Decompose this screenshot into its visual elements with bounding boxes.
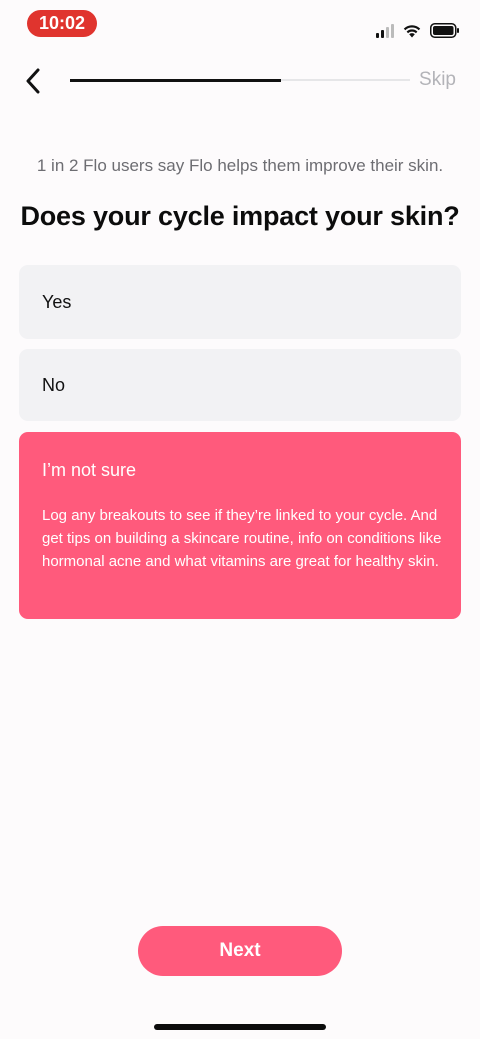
progress-bar (70, 78, 410, 82)
chevron-left-icon (26, 68, 40, 94)
next-button[interactable]: Next (138, 926, 342, 976)
option-no[interactable]: No (19, 349, 461, 421)
option-label: Yes (42, 292, 72, 312)
option-not-sure[interactable]: I’m not sure Log any breakouts to see if… (19, 432, 461, 619)
progress-bar-fill (70, 78, 281, 82)
wifi-icon (403, 25, 421, 38)
option-description: Log any breakouts to see if they’re link… (42, 507, 442, 570)
option-label: I’m not sure (42, 460, 137, 480)
back-button[interactable] (18, 63, 48, 99)
cellular-signal-icon (376, 24, 394, 38)
subtitle: 1 in 2 Flo users say Flo helps them impr… (36, 156, 444, 175)
battery-icon (430, 23, 459, 38)
skip-button[interactable]: Skip (419, 69, 456, 91)
screen: 10:02 Skip 1 in 2 Flo users say Flo help… (0, 0, 480, 1039)
status-icons (376, 18, 460, 38)
status-time: 10:02 (27, 10, 97, 37)
option-yes[interactable]: Yes (19, 265, 461, 339)
question-title: Does your cycle impact your skin? (20, 201, 460, 231)
home-indicator (154, 1024, 326, 1030)
option-label: No (42, 375, 66, 395)
status-bar: 10:02 (0, 0, 480, 50)
